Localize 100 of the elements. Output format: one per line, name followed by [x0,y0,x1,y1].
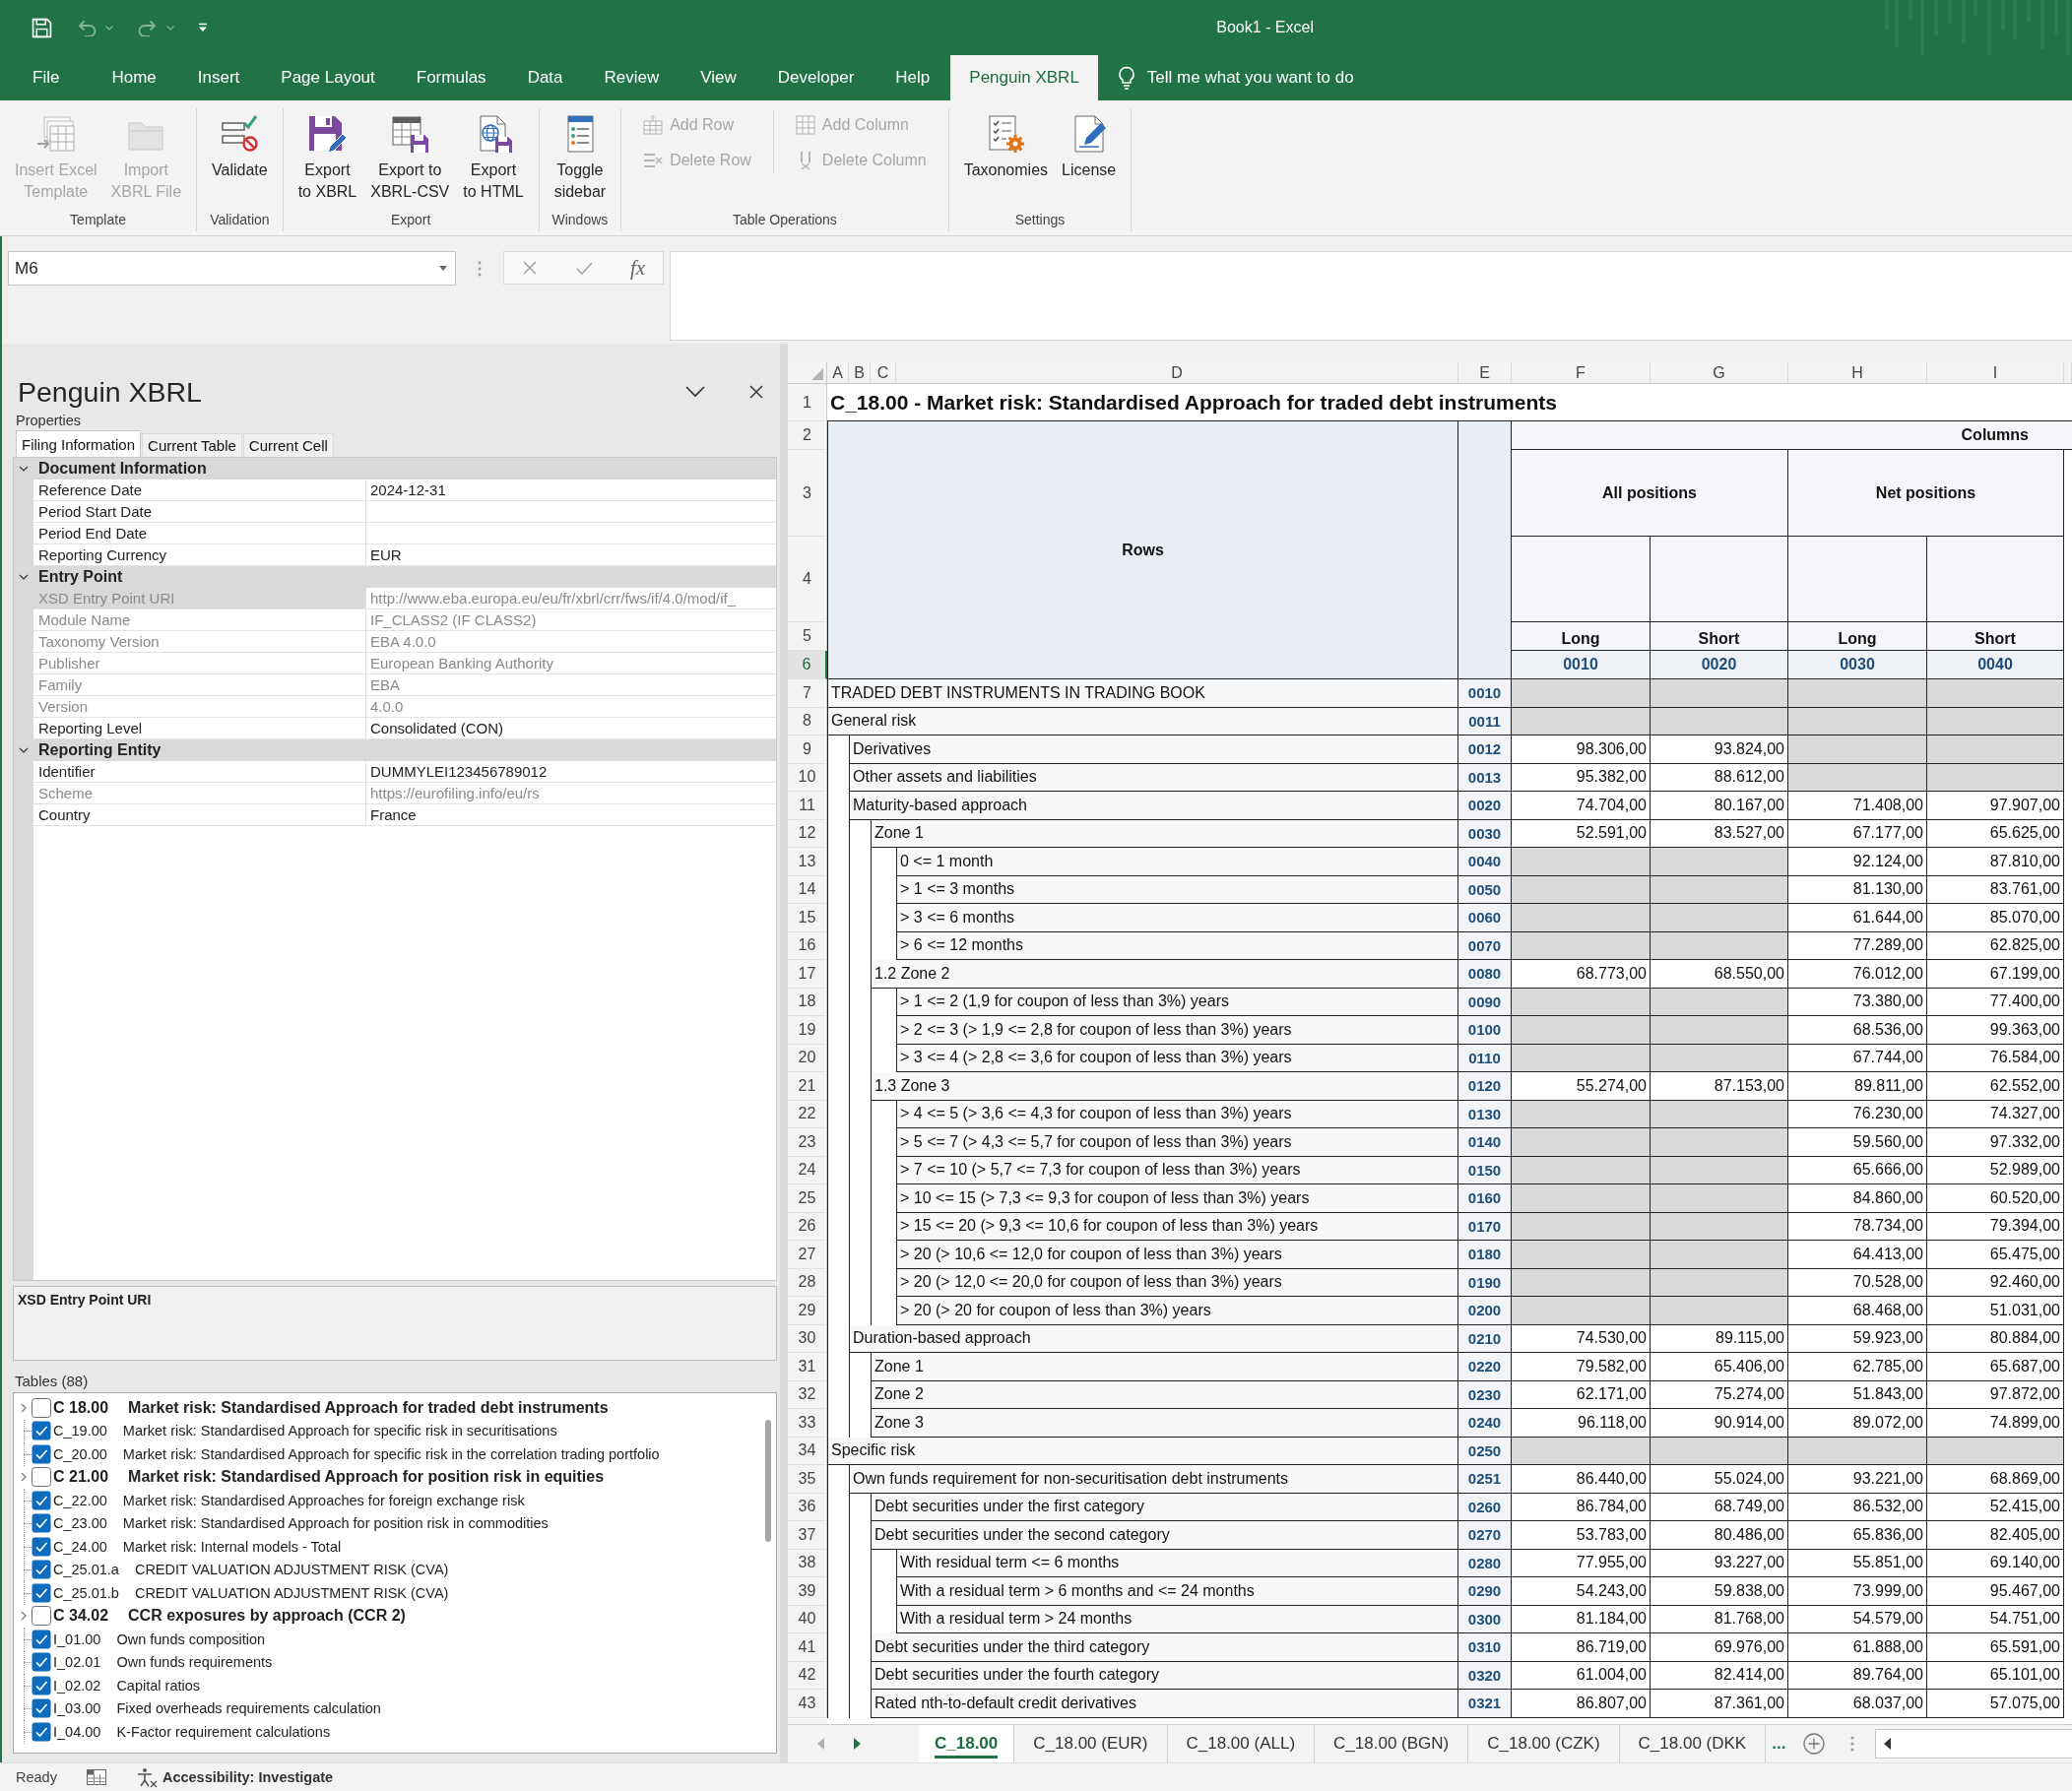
column-header[interactable]: I [1927,362,2064,384]
save-icon[interactable] [32,17,52,38]
row-header[interactable]: 32 [788,1380,827,1409]
table-code[interactable]: C 34.02 [53,1607,109,1626]
row-header[interactable]: 36 [788,1493,827,1521]
row-header[interactable]: 12 [788,819,827,848]
ribbon-tab[interactable]: View [680,55,757,100]
checkbox[interactable] [32,1536,51,1557]
license-button[interactable]: License [1056,108,1123,208]
row-header[interactable]: 4 [788,537,827,622]
chevron-down-icon[interactable] [19,574,29,580]
table-code[interactable]: C_25.01.a [53,1562,119,1578]
property-name[interactable]: Identifier [33,761,366,783]
sheet-grid-icon[interactable] [86,1769,106,1785]
checkbox[interactable] [32,1629,51,1649]
column-header[interactable]: B [849,362,871,384]
property-name[interactable]: Family [33,674,366,696]
row-header[interactable]: 41 [788,1633,827,1662]
row-header[interactable]: 42 [788,1661,827,1690]
add-sheet-icon[interactable] [1803,1733,1826,1755]
row-header[interactable]: 35 [788,1465,827,1494]
scroll-right-icon[interactable] [854,1738,861,1750]
row-header[interactable]: 7 [788,679,827,708]
property-name[interactable]: Taxonomy Version [33,631,366,653]
export-xbrl-button[interactable]: Export to XBRL [291,108,363,208]
table-title[interactable]: Market risk: Internal models - Total [122,1538,342,1555]
column-header[interactable]: H [1788,362,1927,384]
column-header[interactable]: G [1651,362,1788,384]
table-code[interactable]: C_19.00 [53,1423,107,1439]
checkbox[interactable] [32,1490,51,1510]
row-header[interactable]: 26 [788,1212,827,1241]
row-header[interactable]: 15 [788,904,827,932]
column-header[interactable]: C [871,362,896,384]
ribbon-tab[interactable]: Page Layout [260,55,396,100]
chevron-down-icon[interactable] [19,466,29,472]
row-header[interactable]: 34 [788,1437,827,1465]
name-box[interactable]: M6 [8,251,456,286]
row-header[interactable]: 22 [788,1100,827,1128]
row-header[interactable]: 24 [788,1156,827,1184]
table-title[interactable]: Market risk: Standardised Approach for traded debt instruments [128,1398,609,1417]
row-header[interactable]: 13 [788,848,827,876]
taxonomies-button[interactable]: Taxonomies [957,108,1055,208]
table-code[interactable]: C_23.00 [53,1515,107,1532]
property-name[interactable]: Reporting Level [33,718,366,739]
row-header[interactable]: 28 [788,1268,827,1297]
formula-input[interactable] [670,251,2072,341]
pane-tab[interactable]: Filing Information [16,430,142,457]
ribbon-tab[interactable]: Review [583,55,680,100]
row-header[interactable]: 20 [788,1044,827,1072]
table-code[interactable]: C_25.01.b [53,1584,119,1601]
checkbox[interactable] [32,1675,51,1695]
table-title[interactable]: Capital ratios [116,1677,200,1694]
table-title[interactable]: CREDIT VALUATION ADJUSTMENT RISK (CVA) [134,1562,449,1578]
table-title[interactable]: Market risk: Standardised Approach for position risk in commodities [122,1515,549,1532]
row-header[interactable]: 9 [788,736,827,764]
insert-function-button[interactable]: fx [630,255,646,281]
table-code[interactable]: I_04.00 [53,1723,101,1740]
column-header[interactable]: E [1458,362,1512,384]
chevron-right-icon[interactable] [21,1402,27,1413]
property-name[interactable]: Module Name [33,609,366,631]
pane-tab[interactable]: Current Cell [242,433,334,457]
ribbon-tab[interactable]: Home [91,55,177,100]
table-title[interactable]: Market risk: Standardised Approach for position risk in equities [128,1468,605,1487]
row-header[interactable]: 37 [788,1521,827,1550]
table-code[interactable]: I_01.00 [53,1631,101,1647]
row-header[interactable]: 10 [788,763,827,792]
table-title[interactable]: Own funds composition [116,1631,266,1647]
row-header[interactable]: 25 [788,1184,827,1213]
ribbon-tab[interactable]: Formulas [395,55,507,100]
ribbon-tab[interactable]: Data [506,55,584,100]
property-name[interactable]: Country [33,804,366,826]
enter-check-icon[interactable] [576,261,593,275]
row-header[interactable]: 8 [788,707,827,736]
tell-me-search[interactable]: Tell me what you want to do [1113,55,1358,100]
row-header[interactable]: 43 [788,1690,827,1718]
table-code[interactable]: I_02.02 [53,1677,101,1694]
row-header[interactable]: 11 [788,792,827,820]
vertical-dots-icon[interactable] [1850,1736,1855,1752]
table-title[interactable]: CREDIT VALUATION ADJUSTMENT RISK (CVA) [134,1584,449,1601]
table-title[interactable]: Fixed overheads requirements calculation [116,1700,381,1717]
column-header[interactable]: D [896,362,1458,384]
ribbon-tab[interactable]: Developer [756,55,875,100]
chevron-down-icon[interactable] [685,386,705,398]
table-title[interactable]: Market risk: Standardised Approaches for foreign exchange risk [122,1492,525,1508]
row-header[interactable]: 1 [788,384,827,421]
property-name[interactable]: Version [33,696,366,718]
row-header[interactable]: 6 [788,651,827,679]
toggle-sidebar-button[interactable]: Toggle sidebar [548,108,613,208]
scrollbar-thumb[interactable] [765,1420,771,1542]
table-title[interactable]: K-Factor requirement calculations [116,1723,331,1740]
export-csv-button[interactable]: Export to XBRL-CSV [364,108,456,208]
row-header[interactable]: 40 [788,1605,827,1633]
checkbox[interactable] [32,1467,51,1488]
checkbox[interactable] [32,1421,51,1441]
chevron-right-icon[interactable] [21,1472,27,1483]
checkbox[interactable] [32,1582,51,1603]
row-header[interactable]: 33 [788,1409,827,1438]
caret-icon[interactable] [439,266,447,271]
accessibility-status[interactable]: Accessibility: Investigate [135,1766,334,1788]
pane-tab[interactable]: Current Table [142,433,242,457]
